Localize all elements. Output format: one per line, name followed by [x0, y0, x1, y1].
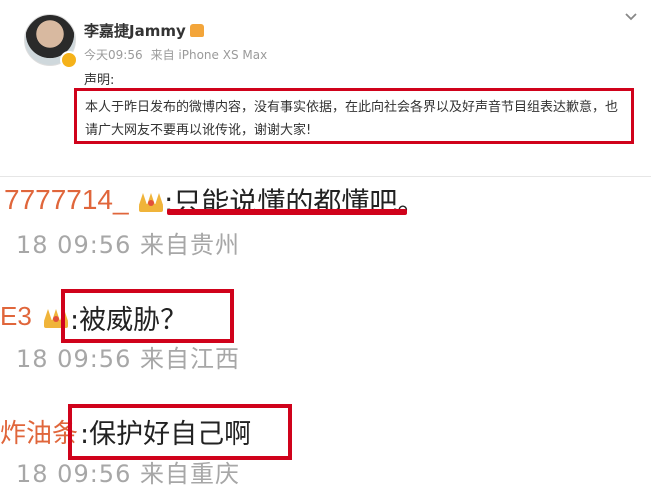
chevron-down-icon[interactable] — [622, 10, 640, 28]
post-meta: 今天09:56 来自 iPhone XS Max — [84, 46, 275, 63]
divider — [0, 176, 651, 177]
post-time: 今天09:56 — [84, 48, 143, 62]
statement-highlight-box: 本人于昨日发布的微博内容，没有事实依据，在此向社会各界以及好声音节目组表达歉意，… — [74, 88, 634, 144]
verified-badge-icon — [60, 51, 78, 69]
post-source: 来自 iPhone XS Max — [150, 48, 268, 62]
comment-text: :只能说懂的都懂吧。 — [164, 186, 426, 219]
comment-username[interactable]: 7777714_ — [4, 184, 129, 216]
comment-username[interactable]: 炸油条 — [0, 413, 78, 450]
statement-text: 本人于昨日发布的微博内容，没有事实依据，在此向社会各界以及好声音节目组表达歉意，… — [85, 100, 619, 138]
statement-label: 声明: — [84, 73, 115, 88]
weibo-post-card: 李嘉捷Jammy 今天09:56 来自 iPhone XS Max 声明: 本人于… — [0, 0, 651, 176]
comment-username[interactable]: E3 — [0, 301, 32, 332]
highlight-underline — [167, 209, 407, 215]
comment-time: 18 09:56 来自重庆 — [16, 460, 240, 488]
comment-time: 18 09:56 来自江西 — [16, 345, 240, 373]
highlight-box — [61, 289, 234, 343]
crown-icon — [139, 190, 163, 212]
post-username[interactable]: 李嘉捷Jammy — [84, 20, 204, 41]
username-text[interactable]: 李嘉捷Jammy — [84, 22, 186, 40]
comment-time: 18 09:56 来自贵州 — [16, 231, 240, 259]
highlight-box — [68, 404, 292, 460]
member-crown-icon — [189, 24, 204, 37]
